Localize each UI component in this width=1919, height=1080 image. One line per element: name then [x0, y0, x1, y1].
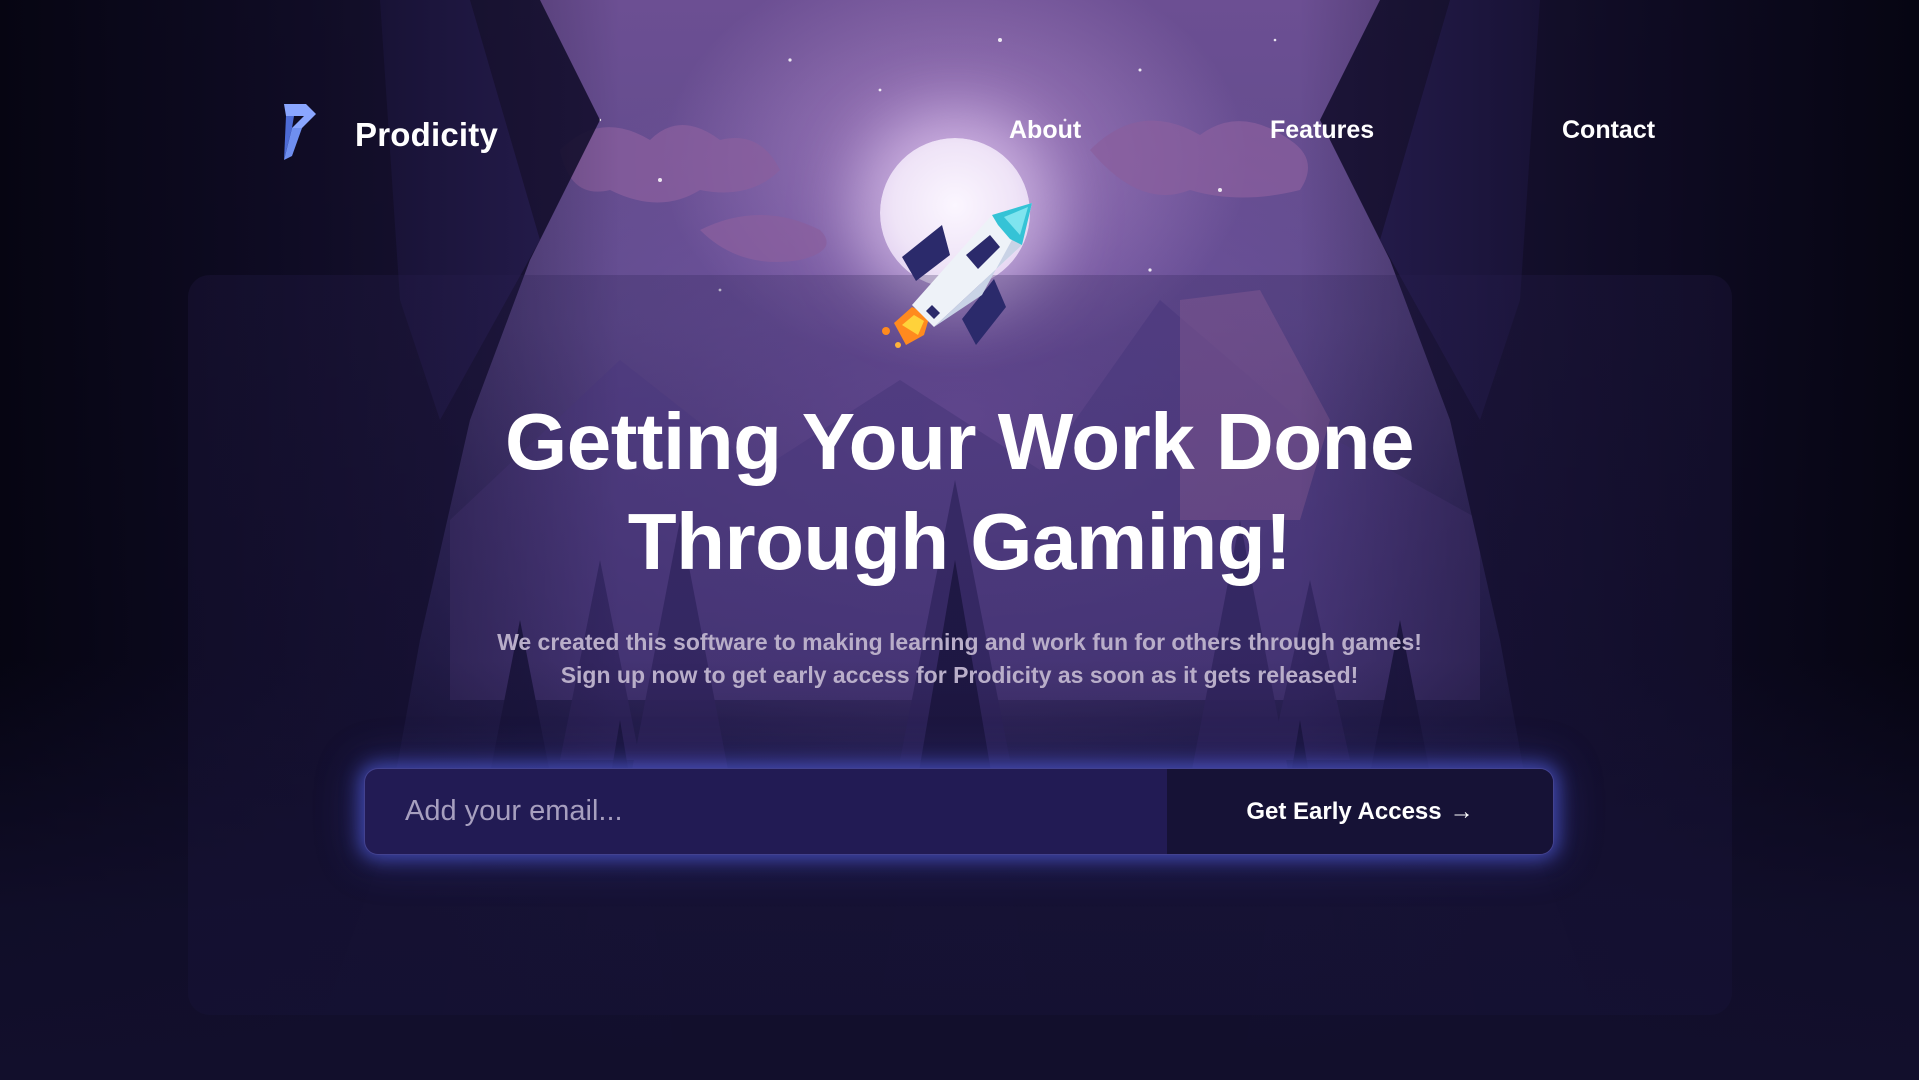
brand-name[interactable]: Prodicity [355, 116, 498, 154]
email-input[interactable] [365, 769, 1167, 854]
arrow-right-icon: → [1449, 797, 1474, 825]
prodicity-logo-icon [284, 104, 316, 160]
rocket-icon [882, 203, 1032, 348]
get-early-access-button[interactable]: Get Early Access → [1167, 769, 1553, 854]
subtext-line-1: We created this software to making learn… [497, 629, 1422, 655]
subtext-line-2: Sign up now to get early access for Prod… [560, 662, 1359, 688]
headline-line-1: Getting Your Work Done [504, 397, 1415, 486]
logo-link[interactable] [280, 100, 320, 162]
get-early-access-label: Get Early Access [1246, 797, 1442, 825]
nav-contact-link[interactable]: Contact [1562, 116, 1655, 145]
nav-about-link[interactable]: About [1009, 116, 1081, 145]
hero-subtext: We created this software to making learn… [0, 626, 1919, 692]
hero-headline: Getting Your Work Done Through Gaming! [0, 392, 1919, 592]
nav-features-link[interactable]: Features [1270, 116, 1374, 145]
headline-line-2: Through Gaming! [627, 497, 1292, 586]
email-signup-form: Get Early Access → [364, 768, 1554, 855]
